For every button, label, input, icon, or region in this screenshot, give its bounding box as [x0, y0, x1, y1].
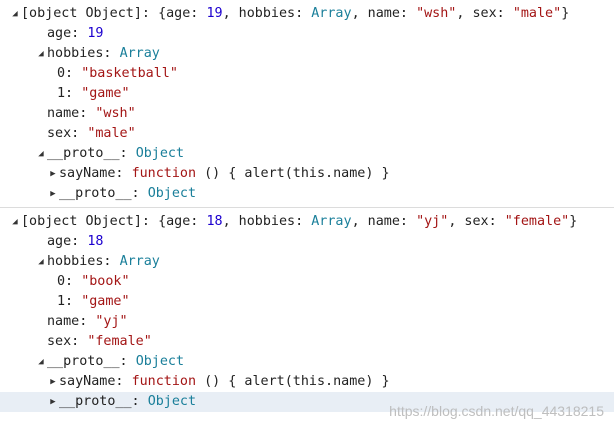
property-sayname[interactable]: ▶ sayName: function () { alert(this.name)…	[0, 372, 614, 392]
console-entry: ◢ [object Object]: {age: 18, hobbies: Arr…	[0, 208, 614, 415]
triangle-down-icon[interactable]: ◢	[9, 212, 21, 232]
property-sayname[interactable]: ▶ sayName: function () { alert(this.name)…	[0, 164, 614, 184]
property-name: name: "wsh"	[47, 106, 136, 121]
array-item: 1: "game"	[57, 86, 130, 101]
triangle-down-icon[interactable]: ◢	[35, 44, 47, 64]
object-header[interactable]: ◢ [object Object]: {age: 18, hobbies: Arr…	[0, 212, 614, 232]
property-hobbies[interactable]: ◢ hobbies: Array	[0, 252, 614, 272]
console-entry: ◢ [object Object]: {age: 19, hobbies: Arr…	[0, 0, 614, 208]
array-item: 0: "basketball"	[57, 66, 178, 81]
property-age: age: 19	[47, 26, 104, 41]
array-item: 0: "book"	[57, 274, 130, 289]
triangle-right-icon[interactable]: ▶	[47, 392, 59, 412]
triangle-down-icon[interactable]: ◢	[35, 252, 47, 272]
triangle-down-icon[interactable]: ◢	[35, 352, 47, 372]
triangle-right-icon[interactable]: ▶	[47, 184, 59, 204]
property-sex: sex: "male"	[47, 126, 136, 141]
property-hobbies[interactable]: ◢ hobbies: Array	[0, 44, 614, 64]
property-proto[interactable]: ◢ __proto__: Object	[0, 352, 614, 372]
triangle-down-icon[interactable]: ◢	[35, 144, 47, 164]
watermark: https://blog.csdn.net/qq_44318215	[389, 403, 604, 419]
property-name: name: "yj"	[47, 314, 128, 329]
triangle-right-icon[interactable]: ▶	[47, 164, 59, 184]
triangle-right-icon[interactable]: ▶	[47, 372, 59, 392]
property-proto[interactable]: ◢ __proto__: Object	[0, 144, 614, 164]
array-item: 1: "game"	[57, 294, 130, 309]
object-header[interactable]: ◢ [object Object]: {age: 19, hobbies: Arr…	[0, 4, 614, 24]
property-inner-proto[interactable]: ▶ __proto__: Object	[0, 184, 614, 204]
property-sex: sex: "female"	[47, 334, 152, 349]
triangle-down-icon[interactable]: ◢	[9, 4, 21, 24]
property-age: age: 18	[47, 234, 104, 249]
